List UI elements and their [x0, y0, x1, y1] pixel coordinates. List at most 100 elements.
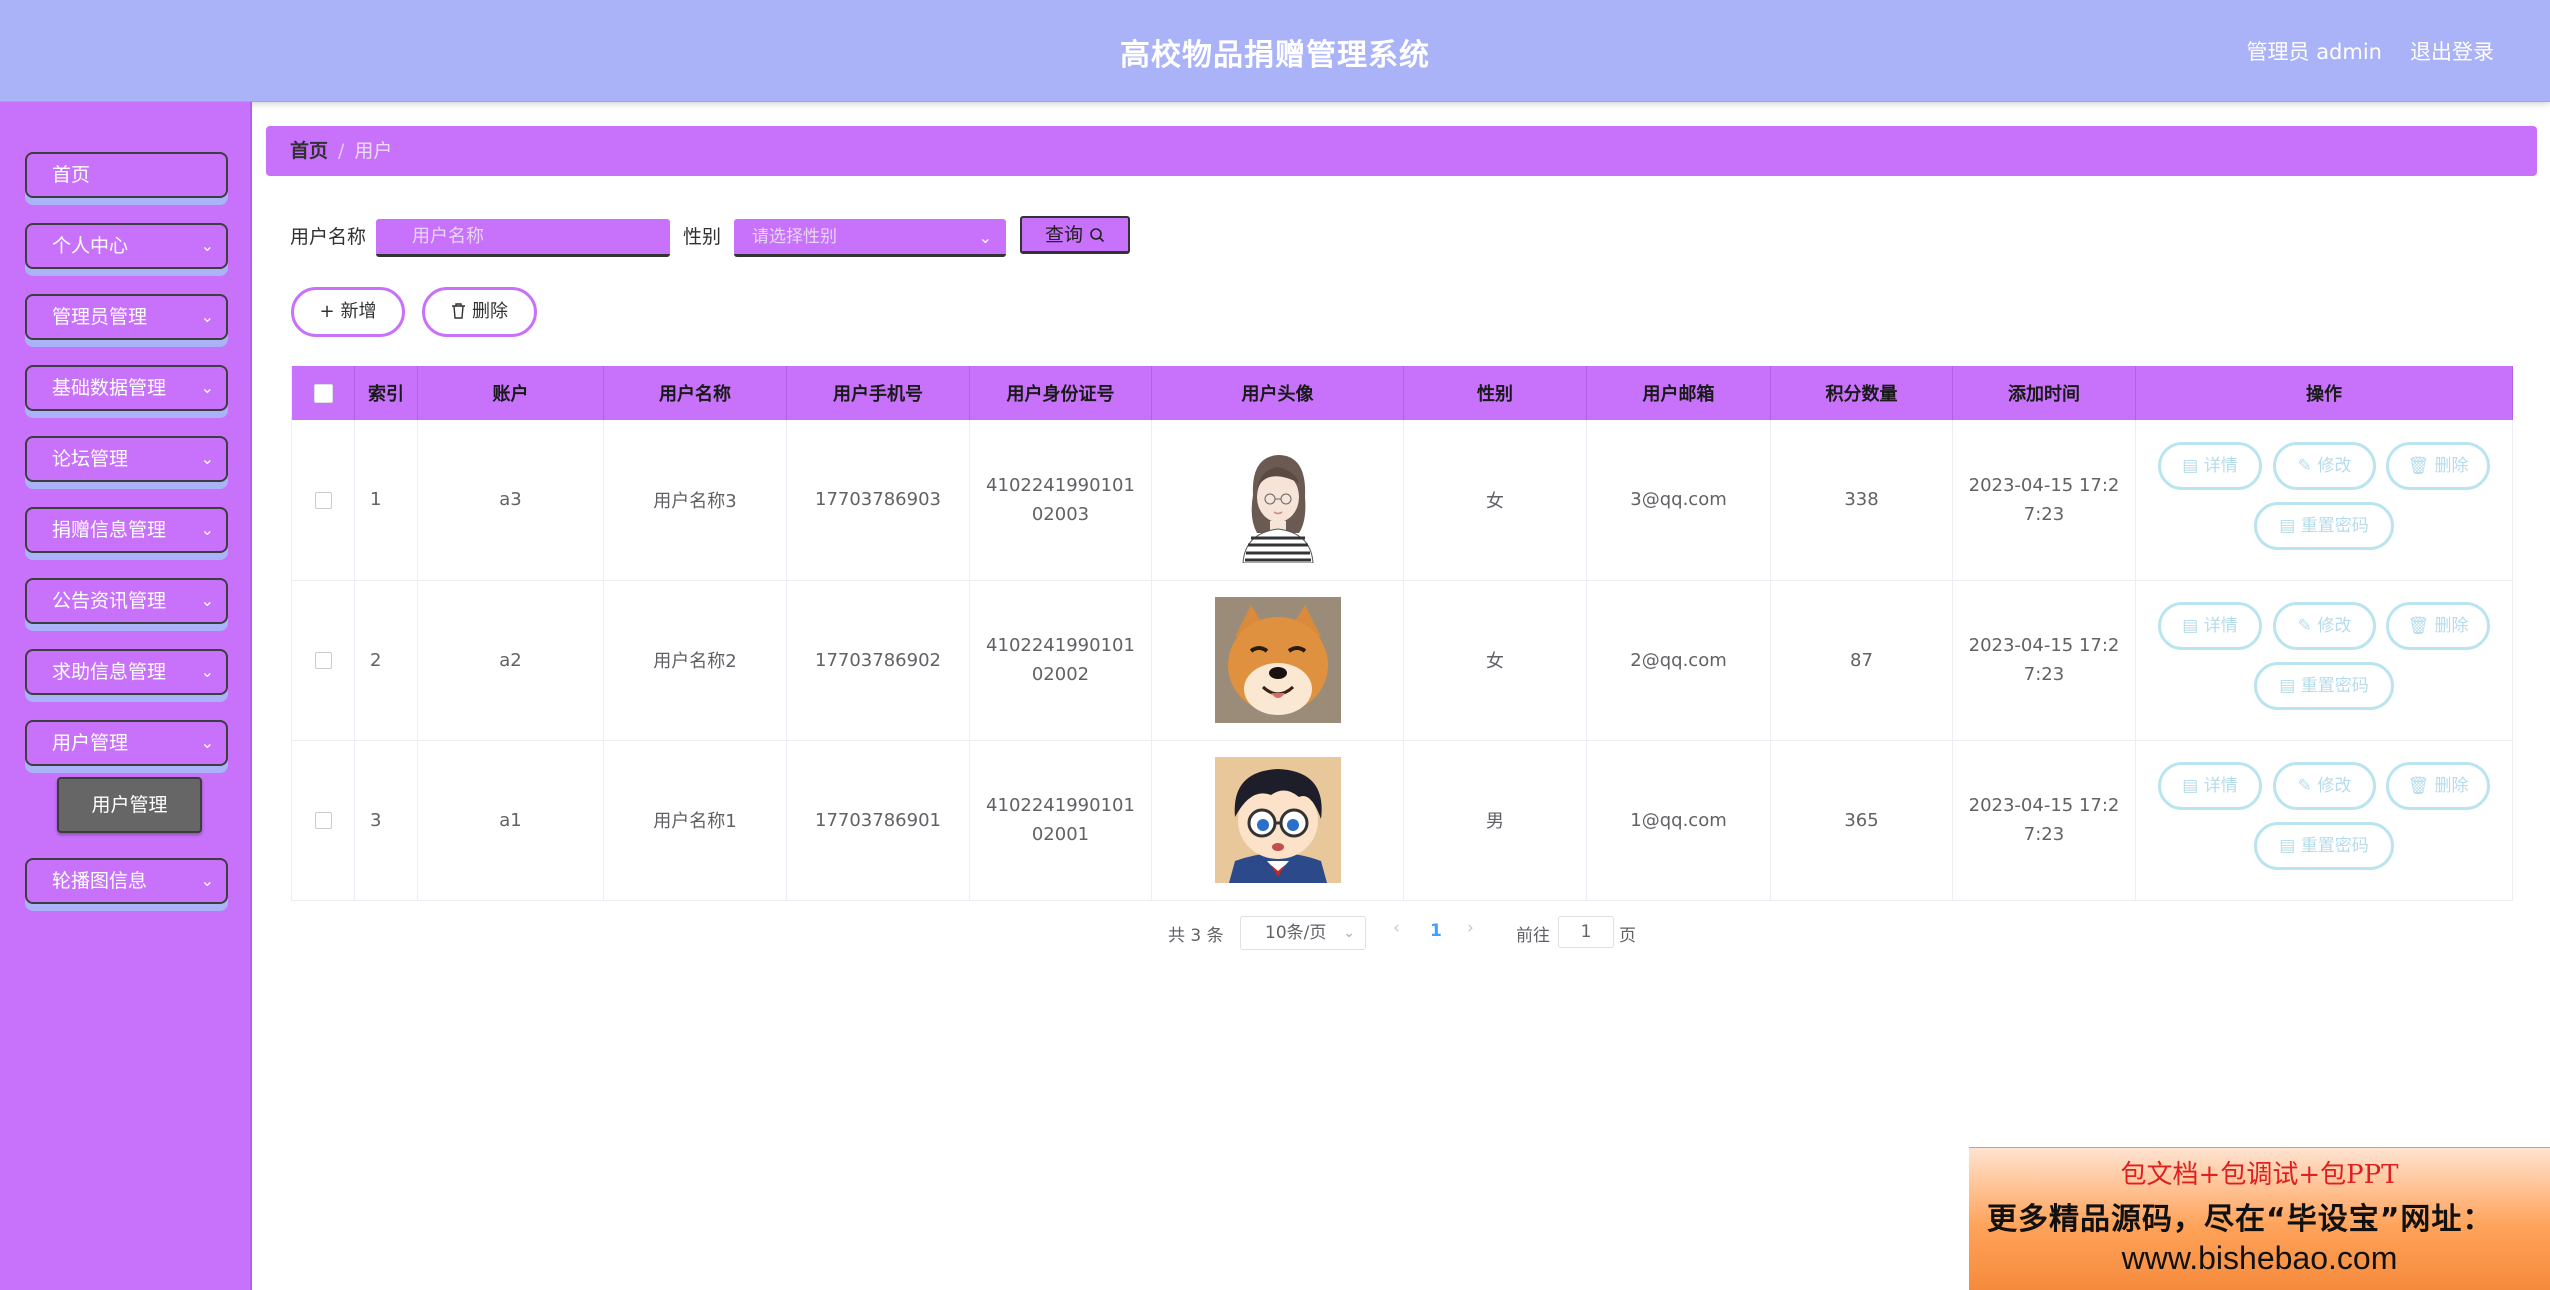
detail-button[interactable]: ▤ 详情: [2158, 762, 2262, 810]
column-header-phone: 用户手机号: [786, 366, 970, 420]
sidebar-item-label: 管理员管理: [52, 306, 148, 328]
delete-button-label: 删除: [472, 301, 508, 322]
name-search-input[interactable]: [376, 219, 670, 257]
logout-link[interactable]: 退出登录: [2410, 36, 2494, 66]
cell-points: 338: [1770, 420, 1953, 581]
select-all-checkbox[interactable]: [313, 384, 333, 403]
row-checkbox[interactable]: [314, 652, 332, 669]
column-header-idcard: 用户身份证号: [969, 366, 1152, 420]
goto-label: 前往: [1516, 926, 1550, 946]
chevron-down-icon: ⌄: [978, 228, 992, 247]
sidebar-item-basic-data[interactable]: 基础数据管理 ⌄: [25, 365, 228, 411]
cell-phone: 17703786903: [786, 420, 970, 581]
delete-row-button-label: 删除: [2434, 616, 2469, 636]
pencil-icon: ✎: [2297, 616, 2318, 636]
cell-idcard: 410224199010102003: [969, 420, 1152, 581]
cell-idcard: 410224199010102002: [969, 580, 1152, 741]
prev-page-icon[interactable]: ‹: [1393, 918, 1400, 938]
row-checkbox-cell: [291, 420, 355, 581]
cell-index: 2: [354, 580, 418, 741]
column-header-name: 用户名称: [603, 366, 787, 420]
column-header-gender: 性别: [1403, 366, 1587, 420]
delete-button[interactable]: 删除: [422, 287, 537, 337]
row-checkbox[interactable]: [314, 812, 332, 829]
sidebar-item-users[interactable]: 用户管理 ⌄: [25, 720, 228, 766]
row-checkbox[interactable]: [314, 491, 332, 509]
sidebar-item-news[interactable]: 公告资讯管理 ⌄: [25, 578, 228, 624]
sidebar-item-label: 轮播图信息: [52, 870, 148, 892]
document-icon: ▤: [2279, 515, 2301, 536]
shiba-dog-avatar[interactable]: [1214, 597, 1341, 723]
delete-row-button[interactable]: 🗑︎ 删除: [2386, 441, 2490, 490]
chevron-down-icon: ⌄: [200, 871, 214, 890]
gender-select[interactable]: 请选择性别 ⌄: [734, 219, 1006, 257]
page-size-select[interactable]: 10条/页 ⌄: [1240, 916, 1366, 950]
page-unit-label: 页: [1619, 926, 1636, 946]
table-row: 1 a3 用户名称3 17703786903 41022419901010200…: [291, 420, 2513, 581]
sidebar-item-help[interactable]: 求助信息管理 ⌄: [25, 649, 228, 695]
chevron-down-icon: ⌄: [200, 591, 214, 610]
column-header-index: 索引: [354, 366, 418, 420]
submenu-item-users[interactable]: 用户管理: [57, 777, 202, 833]
page-number-current[interactable]: 1: [1430, 921, 1442, 941]
trash-icon: 🗑︎: [2407, 455, 2435, 476]
reset-password-button[interactable]: ▤ 重置密码: [2254, 822, 2394, 870]
reset-password-button-label: 重置密码: [2300, 836, 2369, 856]
plus-icon: +: [319, 301, 335, 322]
gender-search-label: 性别: [683, 226, 722, 248]
sidebar-item-forum[interactable]: 论坛管理 ⌄: [25, 436, 228, 482]
next-page-icon[interactable]: ›: [1467, 918, 1474, 938]
document-icon: ▤: [2182, 616, 2204, 636]
detail-button[interactable]: ▤ 详情: [2158, 441, 2262, 490]
delete-row-button[interactable]: 🗑︎ 删除: [2386, 762, 2490, 810]
edit-button[interactable]: ✎ 修改: [2273, 602, 2376, 650]
time-text: 2023-04-15 17:27:23: [1968, 474, 2120, 525]
goto-page-input[interactable]: 1: [1558, 916, 1614, 948]
breadcrumb-current: 用户: [354, 140, 393, 162]
delete-row-button-label: 删除: [2434, 455, 2469, 476]
header: 高校物品捐赠管理系统 管理员 admin 退出登录: [0, 0, 2550, 102]
delete-row-button[interactable]: 🗑︎ 删除: [2386, 602, 2490, 650]
sidebar-item-home[interactable]: 首页: [25, 152, 228, 198]
reset-password-button[interactable]: ▤ 重置密码: [2254, 662, 2394, 710]
sidebar-item-profile[interactable]: 个人中心 ⌄: [25, 223, 228, 269]
sidebar-item-carousel[interactable]: 轮播图信息 ⌄: [25, 858, 228, 904]
breadcrumb-separator: /: [338, 140, 345, 162]
chevron-down-icon: ⌄: [200, 449, 214, 468]
cell-account: a1: [417, 740, 604, 901]
user-table: 索引 账户 用户名称 用户手机号 用户身份证号 用户头像 性别 用户邮箱 积分数…: [291, 366, 2513, 901]
breadcrumb-home[interactable]: 首页: [290, 140, 328, 162]
app-title: 高校物品捐赠管理系统: [1120, 38, 1430, 73]
cell-name: 用户名称1: [603, 740, 787, 901]
girl-sketch-avatar[interactable]: [1214, 436, 1341, 563]
add-button-label: 新增: [340, 301, 377, 322]
sidebar-item-label: 公告资讯管理: [52, 590, 167, 612]
pencil-icon: ✎: [2297, 455, 2318, 476]
cell-gender: 女: [1403, 580, 1587, 741]
edit-button[interactable]: ✎ 修改: [2273, 762, 2376, 810]
reset-password-button[interactable]: ▤ 重置密码: [2254, 501, 2394, 550]
reset-password-button-label: 重置密码: [2300, 515, 2369, 536]
add-button[interactable]: + 新增: [291, 287, 405, 337]
edit-button-label: 修改: [2317, 776, 2352, 796]
page-size-value: 10条/页: [1265, 923, 1327, 943]
cell-time: 2023-04-15 17:27:23: [1952, 740, 2136, 901]
cell-account: a2: [417, 580, 604, 741]
chevron-down-icon: ⌄: [200, 733, 214, 752]
edit-button[interactable]: ✎ 修改: [2273, 441, 2376, 490]
sidebar-item-donation[interactable]: 捐赠信息管理 ⌄: [25, 507, 228, 553]
sidebar-item-admin[interactable]: 管理员管理 ⌄: [25, 294, 228, 340]
breadcrumb: 首页 / 用户: [266, 126, 2537, 176]
cartoon-boy-avatar[interactable]: [1214, 757, 1341, 883]
detail-button[interactable]: ▤ 详情: [2158, 602, 2262, 650]
watermark-line-1: 包文档+包调试+包PPT: [2120, 1160, 2399, 1190]
cell-idcard: 410224199010102001: [969, 740, 1152, 901]
chevron-down-icon: ⌄: [200, 307, 214, 326]
query-button[interactable]: 查询: [1020, 216, 1130, 254]
cell-time: 2023-04-15 17:27:23: [1952, 420, 2136, 581]
delete-row-button-label: 删除: [2434, 776, 2469, 796]
cell-avatar: [1151, 420, 1404, 581]
column-header-email: 用户邮箱: [1586, 366, 1771, 420]
trash-icon: [452, 303, 465, 319]
chevron-down-icon: ⌄: [200, 378, 214, 397]
